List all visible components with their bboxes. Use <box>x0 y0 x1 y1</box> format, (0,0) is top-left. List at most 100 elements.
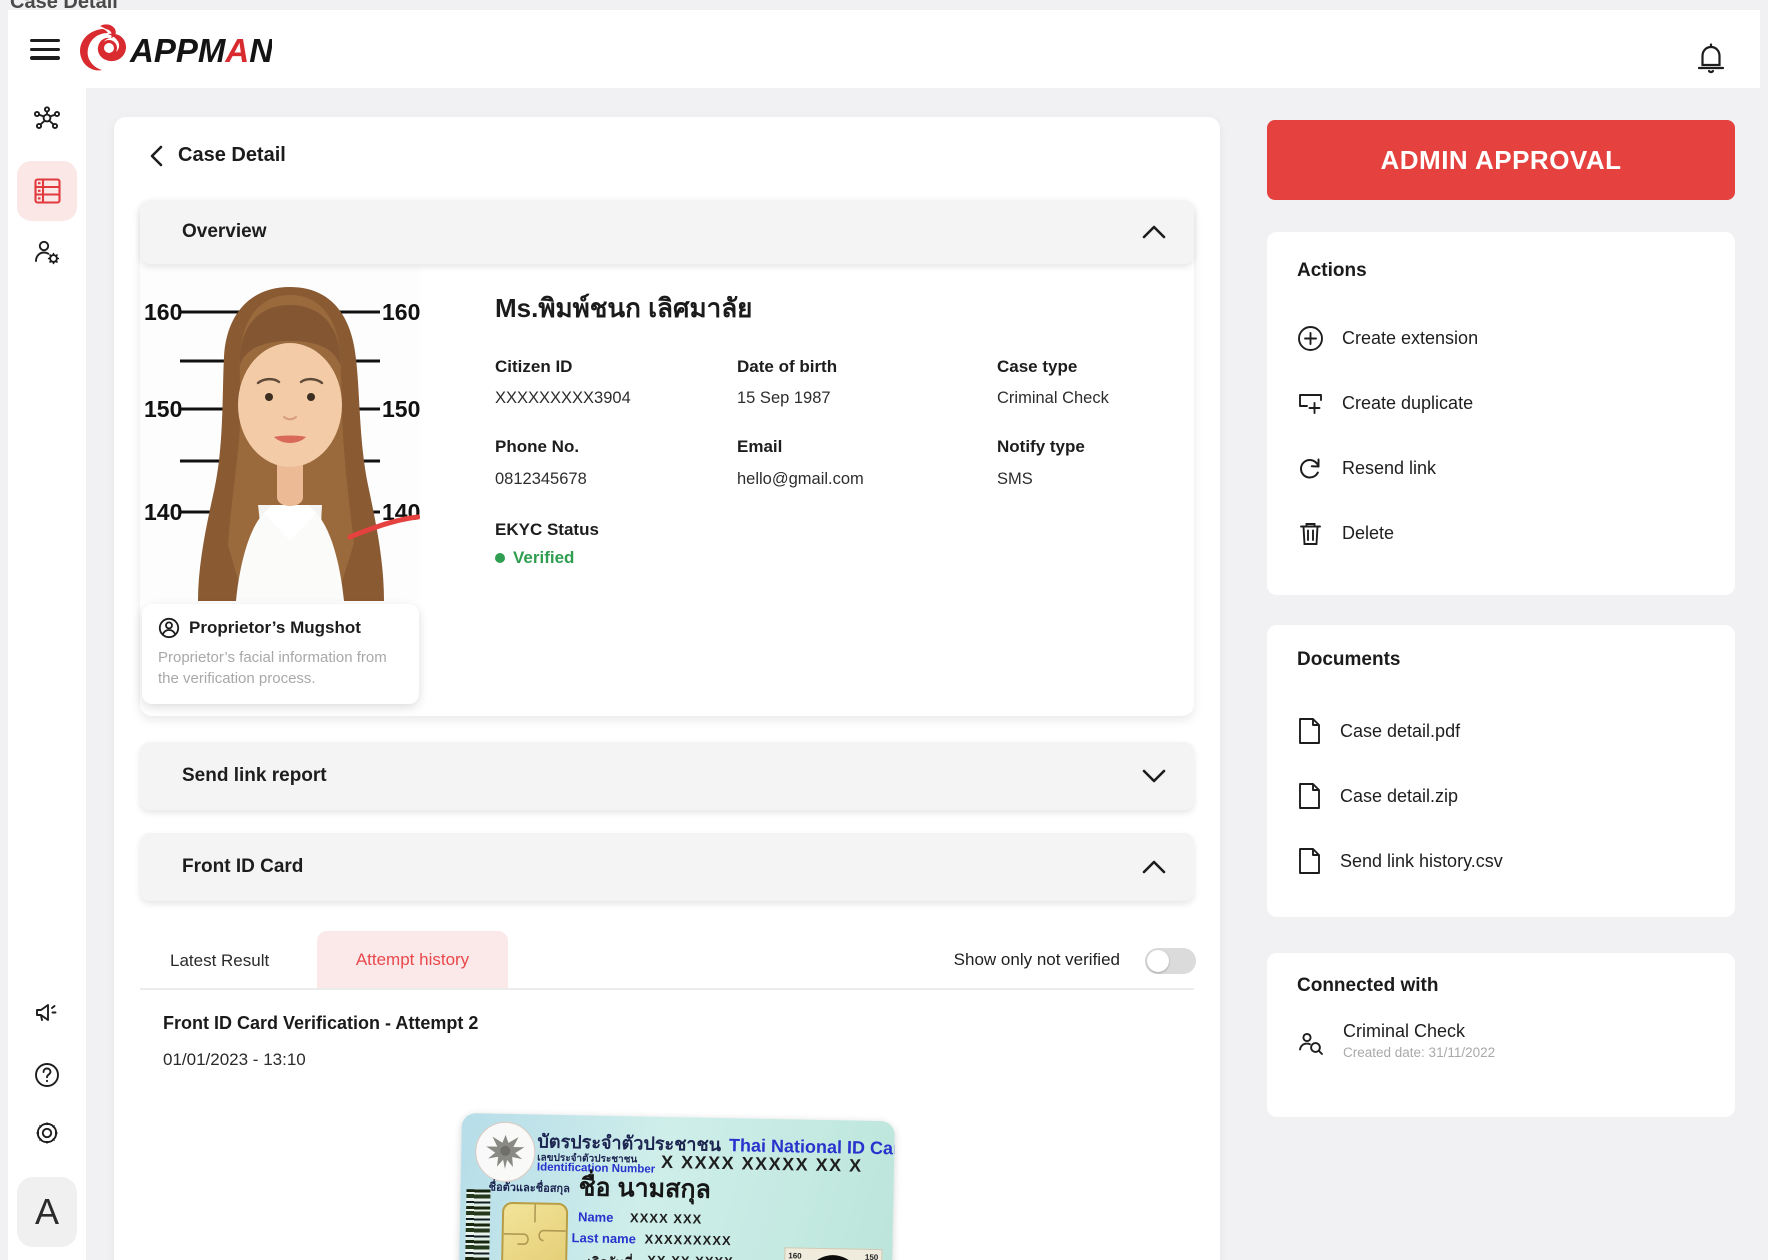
mugshot-caption-description: Proprietor’s facial information from the… <box>158 649 387 687</box>
field-label-notify-type: Notify type <box>997 437 1085 456</box>
send-link-report-label: Send link report <box>182 765 327 786</box>
notifications-bell-icon[interactable] <box>1696 43 1726 75</box>
idcard-chip <box>500 1201 569 1260</box>
action-create-extension[interactable]: Create extension <box>1297 325 1478 352</box>
svg-text:140: 140 <box>144 499 182 525</box>
field-label-citizen-id: Citizen ID <box>495 357 573 376</box>
send-link-report-section-header[interactable]: Send link report <box>140 742 1194 810</box>
overview-section: Overview 160 160 150 150 140 140 Proprie… <box>140 200 1194 716</box>
user-avatar[interactable]: A <box>17 1177 77 1247</box>
field-value-email: hello@gmail.com <box>737 470 864 488</box>
overview-section-label: Overview <box>182 221 267 242</box>
tab-attempt-history-label: Attempt history <box>355 950 470 969</box>
document-label: Case detail.pdf <box>1340 720 1461 741</box>
verified-dot-icon <box>495 553 505 563</box>
appman-logo: APPMAN <box>72 22 272 78</box>
mugshot-caption-card: Proprietor’s Mugshot Proprietor’s facial… <box>142 604 419 704</box>
field-value-notify-type: SMS <box>997 470 1033 488</box>
documents-title: Documents <box>1297 649 1401 670</box>
document-send-link-history-csv[interactable]: Send link history.csv <box>1297 847 1503 875</box>
idcard-lastname-label-en: Last name <box>571 1230 637 1247</box>
actions-card: Actions Create extension Create duplicat… <box>1267 232 1735 595</box>
workflow-icon[interactable] <box>33 106 61 134</box>
svg-text:160: 160 <box>144 299 182 325</box>
tab-latest-result[interactable]: Latest Result <box>170 947 269 975</box>
field-label-phone: Phone No. <box>495 437 580 456</box>
sidebar-item-cases-active[interactable] <box>17 161 77 221</box>
top-header: APPMAN <box>8 10 1760 88</box>
logo-bird-icon <box>80 24 126 71</box>
field-value-citizen-id: XXXXXXXXX3904 <box>495 389 631 407</box>
attempt-title: Front ID Card Verification - Attempt 2 <box>163 1013 479 1033</box>
ekyc-status-badge: Verified <box>495 548 574 568</box>
show-only-not-verified-label: Show only not verified <box>953 950 1120 969</box>
connected-name: Criminal Check <box>1343 1021 1466 1041</box>
person-name: Ms.พิมพ์ชนก เลิศมาลัย <box>495 293 753 323</box>
settings-gear-icon[interactable] <box>33 1119 61 1147</box>
left-sidebar: A <box>8 88 86 1260</box>
connected-with-title: Connected with <box>1297 975 1439 996</box>
document-label: Case detail.zip <box>1340 785 1459 806</box>
action-resend-link[interactable]: Resend link <box>1297 455 1436 482</box>
connected-item-criminal-check[interactable]: Criminal Check Created date: 31/11/2022 <box>1297 1021 1495 1060</box>
field-label-dob: Date of birth <box>737 357 838 376</box>
photo-silhouette <box>801 1254 865 1260</box>
actions-title: Actions <box>1297 260 1367 281</box>
action-label: Resend link <box>1342 458 1437 478</box>
collapse-chevron-up-icon[interactable] <box>1142 225 1166 239</box>
front-id-card-label: Front ID Card <box>182 856 304 877</box>
thai-id-card-image: บัตรประจำตัวประชาชน Thai National ID Card… <box>456 1113 895 1260</box>
tab-attempt-history[interactable]: Attempt history <box>317 931 508 989</box>
garuda-emblem-icon <box>474 1121 536 1183</box>
collapse-chevron-up-icon[interactable] <box>1142 860 1166 874</box>
document-case-detail-pdf[interactable]: Case detail.pdf <box>1297 717 1460 745</box>
idcard-dob-label-thai: เกิดวันที่ <box>587 1251 633 1260</box>
connected-with-card: Connected with Criminal Check Created da… <box>1267 953 1735 1117</box>
admin-approval-button[interactable]: ADMIN APPROVAL <box>1267 120 1735 200</box>
hamburger-menu-icon[interactable] <box>30 39 60 61</box>
ekyc-status-value: Verified <box>513 548 575 567</box>
action-delete[interactable]: Delete <box>1297 520 1394 547</box>
field-value-case-type: Criminal Check <box>997 389 1109 407</box>
help-icon[interactable] <box>33 1061 61 1089</box>
photo-mark-160: 160 <box>788 1251 802 1260</box>
documents-card: Documents Case detail.pdf Case detail.zi… <box>1267 625 1735 917</box>
svg-text:160: 160 <box>382 299 420 325</box>
file-icon <box>1297 782 1322 810</box>
mugshot-caption-title: Proprietor’s Mugshot <box>189 618 361 637</box>
idcard-name-label-en: Name <box>577 1209 614 1225</box>
connected-created-date: Created date: 31/11/2022 <box>1343 1045 1496 1060</box>
document-case-detail-zip[interactable]: Case detail.zip <box>1297 782 1458 810</box>
idcard-name-label-thai: ชื่อตัวและชื่อสกุล <box>488 1181 571 1196</box>
document-label: Send link history.csv <box>1340 850 1503 871</box>
user-circle-icon <box>158 617 180 639</box>
field-label-case-type: Case type <box>997 357 1078 376</box>
idcard-barcode <box>462 1189 491 1260</box>
idcard-photo: 160 150 <box>781 1247 883 1260</box>
action-label: Delete <box>1342 523 1395 543</box>
toggle-knob[interactable] <box>1147 950 1169 972</box>
user-settings-icon[interactable] <box>33 238 61 266</box>
overview-section-header[interactable]: Overview <box>140 200 1194 264</box>
case-detail-panel: Case Detail Overview 160 160 150 150 140… <box>114 117 1220 1260</box>
idcard-dob-value: XX XX XXXX <box>647 1253 734 1260</box>
announcements-icon[interactable] <box>33 998 61 1026</box>
file-icon <box>1297 717 1322 745</box>
page-title: Case Detail <box>178 144 286 166</box>
attempt-datetime: 01/01/2023 - 13:10 <box>163 1050 306 1069</box>
resend-icon <box>1297 455 1324 482</box>
proprietor-mugshot-image: 160 160 150 150 140 140 <box>140 265 420 601</box>
action-label: Create duplicate <box>1342 393 1474 413</box>
action-create-duplicate[interactable]: Create duplicate <box>1297 390 1473 417</box>
field-label-email: Email <box>737 437 783 456</box>
photo-mark-150: 150 <box>864 1252 879 1260</box>
field-label-ekyc-status: EKYC Status <box>495 520 599 539</box>
action-label: Create extension <box>1342 328 1479 348</box>
logo-wordmark: APPMAN <box>129 32 272 69</box>
svg-text:150: 150 <box>382 396 420 422</box>
show-only-not-verified-toggle[interactable] <box>1145 948 1196 974</box>
expand-chevron-down-icon[interactable] <box>1142 769 1166 783</box>
front-id-card-section-header[interactable]: Front ID Card <box>140 833 1194 901</box>
back-button[interactable] <box>148 145 166 167</box>
user-search-icon <box>1297 1029 1325 1057</box>
